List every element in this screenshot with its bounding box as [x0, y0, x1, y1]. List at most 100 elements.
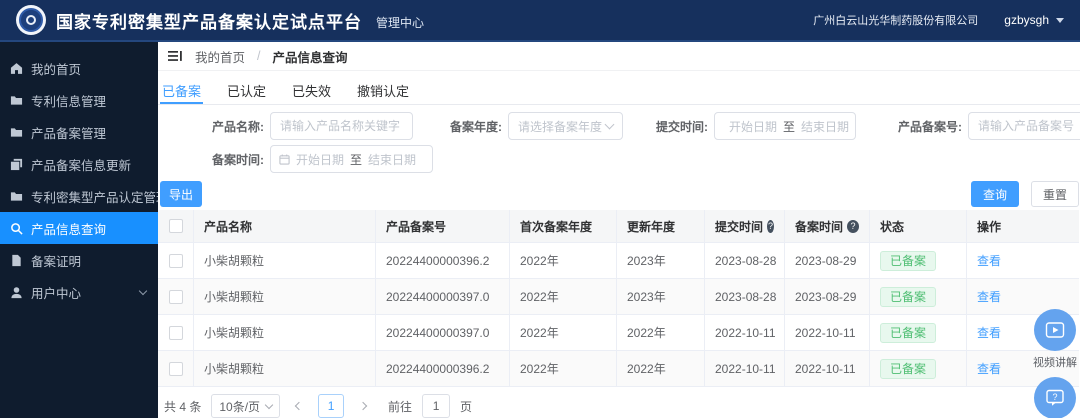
sidebar-item-product-query[interactable]: 产品信息查询: [0, 212, 158, 244]
export-button[interactable]: 导出: [160, 181, 202, 207]
sidebar-item-filing-update[interactable]: 产品备案信息更新: [0, 148, 158, 180]
tab-expired[interactable]: 已失效: [290, 71, 333, 104]
chevron-right-icon: [358, 401, 368, 411]
collapse-menu-icon[interactable]: [168, 49, 183, 63]
table-row: 小柴胡颗粒 20224400000396.2 2022年 2023年 2023-…: [158, 243, 1079, 279]
admin-center-label: 管理中心: [376, 16, 425, 30]
col-filing-no: 产品备案号: [376, 210, 510, 242]
prev-page-button[interactable]: [290, 394, 308, 418]
platform-logo-icon: [16, 5, 46, 35]
video-play-icon: [1045, 322, 1065, 338]
col-product-name: 产品名称: [194, 210, 376, 242]
filing-time-range[interactable]: 开始日期 至 结束日期: [270, 145, 433, 173]
page-unit-label: 页: [460, 399, 473, 414]
select-chevron-icon: [604, 119, 615, 130]
home-icon: [10, 62, 23, 74]
info-icon[interactable]: [847, 219, 859, 233]
user-menu[interactable]: gzbysgh: [1004, 13, 1064, 27]
user-caret-down-icon: [1056, 18, 1064, 23]
company-name: 广州白云山光华制药股份有限公司: [813, 15, 979, 27]
tab-revoked[interactable]: 撤销认定: [355, 71, 411, 104]
calendar-icon: [279, 154, 290, 165]
row-checkbox[interactable]: [168, 289, 183, 304]
file-icon: [12, 254, 21, 266]
video-guide-label: 视频讲解: [1033, 357, 1077, 369]
col-filing-date: 备案时间: [785, 210, 870, 242]
sidebar-item-user-center[interactable]: 用户中心: [0, 276, 158, 308]
sidebar-item-intensive-cert[interactable]: 专利密集型产品认定管理: [0, 180, 169, 212]
table-row: 小柴胡颗粒 20224400000397.0 2022年 2022年 2022-…: [158, 315, 1079, 351]
product-name-input[interactable]: [270, 112, 413, 140]
table-header-row: 产品名称 产品备案号 首次备案年度 更新年度 提交时间 备案时间 状态 操作: [158, 210, 1079, 243]
filter-form: 产品名称: 备案年度: 请选择备案年度 提交时间: 开始日期 至 结束日期 产品…: [158, 105, 1080, 178]
pagination-bar: 共 4 条 10条/页 1 前往 页: [164, 394, 1079, 418]
breadcrumb-home[interactable]: 我的首页: [195, 47, 245, 66]
status-tabs: 已备案 已认定 已失效 撤销认定: [158, 71, 1080, 105]
col-action: 操作: [977, 219, 1002, 234]
submit-time-label: 提交时间:: [656, 119, 708, 134]
col-submit-date: 提交时间: [705, 210, 785, 242]
query-button[interactable]: 查询: [971, 181, 1019, 207]
platform-title: 国家专利密集型产品备案认定试点平台: [56, 12, 362, 32]
goto-page-input[interactable]: [422, 394, 451, 418]
user-icon: [11, 286, 22, 298]
breadcrumb-current: 产品信息查询: [272, 50, 348, 65]
table-toolbar: 导出 查询 重置: [158, 178, 1080, 210]
table-row: 小柴胡颗粒 20224400000396.2 2022年 2022年 2022-…: [158, 351, 1079, 387]
row-checkbox[interactable]: [168, 361, 183, 376]
folder-icon: [10, 191, 23, 201]
breadcrumb-bar: 我的首页 / 产品信息查询: [158, 42, 1080, 71]
sidebar-nav: 我的首页 专利信息管理 产品备案管理 产品备案信息更新 专利密集型产品认定管理 …: [0, 42, 169, 418]
table-row: 小柴胡颗粒 20224400000397.0 2022年 2023年 2023-…: [158, 279, 1079, 315]
view-link[interactable]: 查看: [977, 288, 1001, 305]
app-window: 国家专利密集型产品备案认定试点平台 管理中心 广州白云山光华制药股份有限公司 g…: [0, 0, 1080, 418]
floating-help-group: 视频讲解 ? 问题解答: [1032, 309, 1078, 418]
search-icon: [11, 222, 23, 235]
folder-icon: [10, 95, 23, 105]
breadcrumb-separator: /: [257, 49, 261, 63]
filing-year-select[interactable]: 请选择备案年度: [508, 112, 623, 140]
current-page-button[interactable]: 1: [318, 394, 345, 418]
sidebar-item-product-filing[interactable]: 产品备案管理: [0, 116, 158, 148]
col-update-year: 更新年度: [617, 210, 705, 242]
goto-label: 前往: [388, 399, 413, 414]
next-page-button[interactable]: [354, 394, 372, 418]
svg-text:?: ?: [1052, 392, 1057, 402]
reset-button[interactable]: 重置: [1031, 181, 1079, 207]
tab-filed[interactable]: 已备案: [160, 71, 204, 104]
filing-time-label: 备案时间:: [212, 152, 264, 167]
view-link[interactable]: 查看: [977, 252, 1001, 269]
product-filing-no-input[interactable]: [968, 112, 1080, 140]
info-icon[interactable]: [767, 219, 774, 233]
col-status: 状态: [870, 210, 967, 242]
status-badge: 已备案: [880, 322, 937, 343]
page-size-select[interactable]: 10条/页: [211, 394, 281, 418]
submit-time-range[interactable]: 开始日期 至 结束日期: [714, 112, 856, 140]
tab-certified[interactable]: 已认定: [225, 71, 268, 104]
product-name-label: 产品名称:: [212, 119, 264, 134]
view-link[interactable]: 查看: [977, 360, 1001, 377]
total-count: 共 4 条: [164, 399, 202, 414]
folder-icon: [10, 127, 23, 137]
row-checkbox[interactable]: [168, 325, 183, 340]
select-all-checkbox[interactable]: [168, 219, 183, 233]
sidebar-item-patent-info[interactable]: 专利信息管理: [0, 84, 158, 116]
chevron-left-icon: [294, 401, 304, 411]
results-table: 产品名称 产品备案号 首次备案年度 更新年度 提交时间 备案时间 状态 操作 小…: [158, 210, 1079, 387]
chevron-down-icon: [138, 286, 148, 296]
view-link[interactable]: 查看: [977, 324, 1001, 341]
filing-year-label: 备案年度:: [450, 119, 502, 134]
row-checkbox[interactable]: [168, 253, 183, 268]
status-badge: 已备案: [880, 286, 937, 307]
question-help-button[interactable]: ?: [1034, 377, 1076, 418]
status-badge: 已备案: [880, 250, 937, 271]
product-filing-no-label: 产品备案号:: [898, 119, 962, 134]
sidebar-item-filing-cert[interactable]: 备案证明: [0, 244, 158, 276]
col-first-year: 首次备案年度: [510, 210, 617, 242]
select-chevron-icon: [264, 400, 274, 410]
sidebar-item-home[interactable]: 我的首页: [0, 52, 158, 84]
video-guide-button[interactable]: [1034, 309, 1076, 351]
username: gzbysgh: [1004, 13, 1049, 27]
status-badge: 已备案: [880, 358, 937, 379]
layers-icon: [10, 158, 23, 170]
